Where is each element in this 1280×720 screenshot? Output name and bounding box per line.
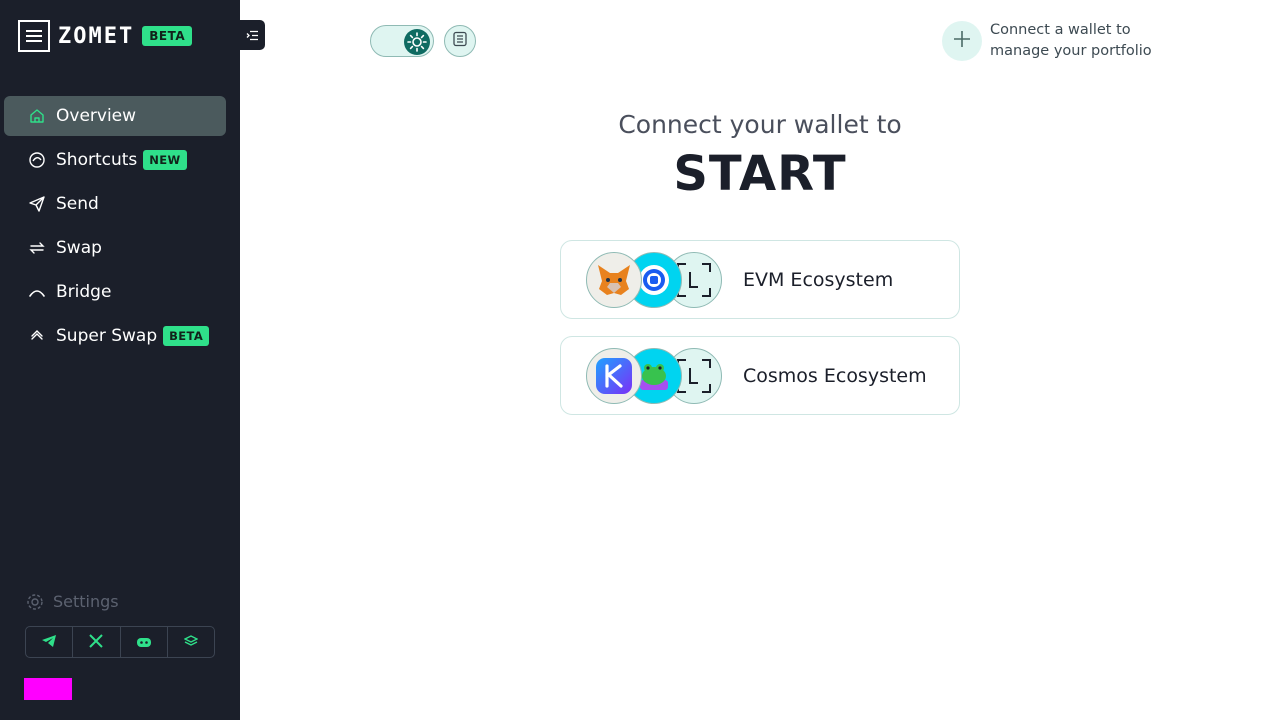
bridge-icon xyxy=(28,283,46,301)
document-icon xyxy=(452,31,468,51)
sidebar-item-bridge[interactable]: Bridge xyxy=(4,272,226,312)
sun-icon xyxy=(404,29,430,55)
discord-icon xyxy=(136,633,152,652)
ecosystem-label: EVM Ecosystem xyxy=(743,269,894,291)
plus-icon xyxy=(953,30,971,52)
telegram-link[interactable] xyxy=(26,627,74,657)
connect-wallet-button[interactable] xyxy=(942,21,982,61)
settings-label: Settings xyxy=(53,592,119,611)
marker-block xyxy=(24,678,72,700)
metamask-icon xyxy=(586,251,642,308)
sidebar-item-swap[interactable]: Swap xyxy=(4,228,226,268)
keplr-icon xyxy=(586,347,642,404)
wallet-icon-stack xyxy=(586,251,756,308)
brand-logo[interactable]: ZOMET BETA xyxy=(18,20,193,52)
docs-link[interactable] xyxy=(168,627,214,657)
collapse-icon xyxy=(246,26,259,45)
super-swap-icon xyxy=(28,327,46,345)
telegram-icon xyxy=(41,633,57,652)
swap-icon xyxy=(28,239,46,257)
start-title: START xyxy=(673,146,847,202)
docs-button[interactable] xyxy=(444,25,476,57)
sidebar-item-shortcuts[interactable]: Shortcuts NEW xyxy=(4,140,226,180)
x-link[interactable] xyxy=(73,627,121,657)
wallet-icon-stack xyxy=(586,347,756,404)
sidebar-item-send[interactable]: Send xyxy=(4,184,226,224)
connect-wallet-text: Connect a wallet to manage your portfoli… xyxy=(990,22,1152,59)
send-icon xyxy=(28,195,46,213)
logo-icon xyxy=(18,20,50,52)
sidebar-nav: Overview Shortcuts NEW Send Swap Bridge … xyxy=(4,96,226,360)
docs-icon xyxy=(183,633,199,652)
sidebar-item-label: Overview xyxy=(56,106,137,126)
evm-ecosystem-card[interactable]: EVM Ecosystem xyxy=(560,240,960,319)
gear-icon xyxy=(26,593,44,611)
sidebar: ZOMET BETA Overview Shortcuts NEW Send S… xyxy=(0,0,240,720)
sidebar-item-label: Bridge xyxy=(56,282,112,302)
brand-beta-badge: BETA xyxy=(142,26,193,46)
sidebar-item-label: Send xyxy=(56,194,99,214)
social-links xyxy=(25,626,215,658)
sidebar-item-label: Swap xyxy=(56,238,102,258)
sidebar-item-overview[interactable]: Overview xyxy=(4,96,226,136)
sidebar-item-label: Shortcuts xyxy=(56,150,138,170)
ecosystem-label: Cosmos Ecosystem xyxy=(743,365,927,387)
beta-badge: BETA xyxy=(163,326,210,346)
cosmos-ecosystem-card[interactable]: Cosmos Ecosystem xyxy=(560,336,960,415)
settings-button[interactable]: Settings xyxy=(26,592,119,611)
brand-name: ZOMET xyxy=(58,23,135,49)
sidebar-collapse-button[interactable] xyxy=(240,20,265,50)
theme-toggle[interactable] xyxy=(370,25,434,57)
x-icon xyxy=(89,633,104,652)
shortcuts-icon xyxy=(28,151,46,169)
app-root: ZOMET BETA Overview Shortcuts NEW Send S… xyxy=(0,0,1280,720)
connect-headline: Connect your wallet to xyxy=(618,110,902,139)
new-badge: NEW xyxy=(143,150,187,170)
home-icon xyxy=(28,107,46,125)
sidebar-item-super-swap[interactable]: Super Swap BETA xyxy=(4,316,226,356)
discord-link[interactable] xyxy=(121,627,168,657)
sidebar-item-label: Super Swap xyxy=(56,326,158,346)
